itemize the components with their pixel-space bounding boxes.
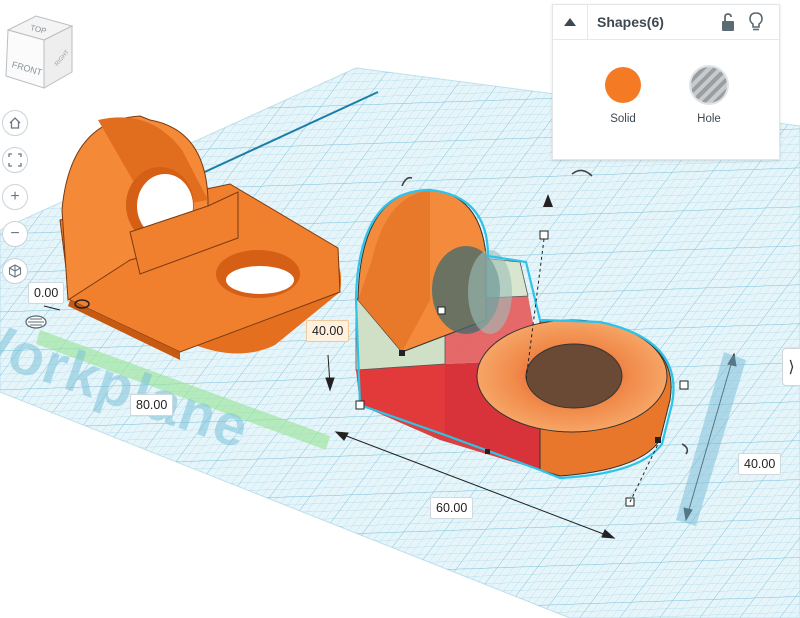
expand-panel-icon: ⟩	[788, 359, 795, 376]
hole-option[interactable]: Hole	[679, 67, 739, 125]
home-icon	[9, 117, 21, 129]
home-view-button[interactable]	[2, 110, 28, 136]
width-value[interactable]: 60.00	[430, 497, 474, 519]
depth-value[interactable]: 40.00	[738, 453, 782, 475]
perspective-cube-icon	[8, 264, 22, 278]
solid-option[interactable]: Solid	[593, 67, 653, 125]
solid-swatch[interactable]	[605, 67, 641, 103]
view-cube[interactable]: TOP FRONT RIGHT	[0, 10, 80, 90]
length-value[interactable]: 80.00	[130, 394, 174, 416]
light-bulb-icon[interactable]	[747, 11, 765, 33]
snap-icon[interactable]	[25, 315, 47, 329]
zoom-in-button[interactable]: +	[2, 184, 28, 210]
shape-inspector-panel: Shapes(6) Solid Hole	[552, 4, 780, 160]
inspector-header: Shapes(6)	[553, 5, 779, 40]
expand-panel-button[interactable]: ⟩	[782, 348, 800, 386]
fit-view-button[interactable]	[2, 147, 28, 173]
height-value[interactable]: 40.00	[306, 320, 350, 342]
hole-label: Hole	[697, 113, 721, 125]
collapse-inspector-button[interactable]	[553, 5, 588, 39]
triangle-up-icon	[564, 18, 576, 26]
inspector-title: Shapes(6)	[597, 14, 664, 30]
zoom-out-button[interactable]: −	[2, 221, 28, 247]
hole-swatch[interactable]	[691, 67, 727, 103]
lock-icon[interactable]	[719, 12, 737, 32]
fit-view-icon	[8, 153, 22, 167]
origin-value[interactable]: 0.00	[28, 282, 65, 304]
perspective-button[interactable]	[2, 258, 28, 284]
solid-label: Solid	[610, 113, 636, 125]
